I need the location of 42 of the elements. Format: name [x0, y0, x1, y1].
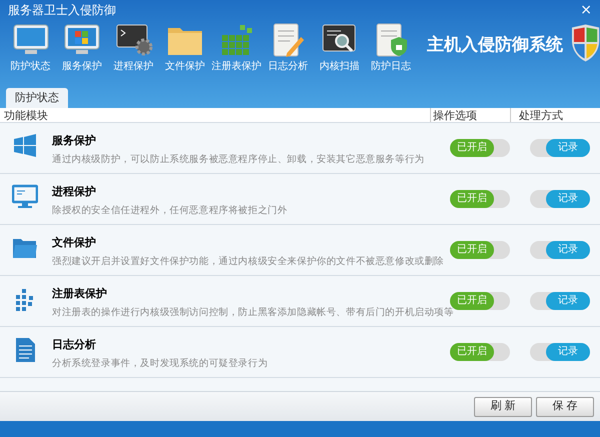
- monitor-icon: [12, 23, 50, 57]
- monitor-icon: [12, 184, 38, 210]
- toolbar-button[interactable]: 文件保护: [159, 23, 211, 74]
- module-title: 文件保护: [52, 235, 97, 251]
- window-title: 服务器卫士入侵防御: [8, 2, 116, 19]
- toolbar-button[interactable]: 内核扫描: [314, 23, 366, 74]
- module-title: 服务保护: [52, 133, 97, 149]
- toolbar-button[interactable]: 防护状态: [5, 23, 56, 74]
- windows-logo-icon: [12, 133, 38, 159]
- mode-toggle[interactable]: 记录: [530, 241, 590, 259]
- option-toggle[interactable]: 已开启: [450, 292, 510, 310]
- close-button[interactable]: ×: [580, 3, 592, 17]
- terminal-gear-icon: [114, 23, 153, 57]
- module-description: 除授权的安全信任进程外，任何恶意程序将被拒之门外: [52, 204, 288, 218]
- brand-title: 主机入侵防御系统: [426, 34, 563, 57]
- toolbar-button[interactable]: 服务保护: [56, 23, 108, 74]
- action-button[interactable]: 刷 新: [474, 396, 532, 416]
- option-toggle[interactable]: 已开启: [450, 139, 510, 157]
- column-header: 操作选项: [430, 108, 510, 122]
- toolbar-button[interactable]: 日志分析: [262, 23, 314, 74]
- mode-toggle[interactable]: 记录: [530, 343, 590, 361]
- module-title: 注册表保护: [52, 286, 108, 302]
- module-title: 日志分析: [52, 337, 97, 353]
- mode-toggle[interactable]: 记录: [530, 190, 590, 208]
- toolbar-button[interactable]: 进程保护: [108, 23, 160, 74]
- column-header: 功能模块: [3, 108, 49, 122]
- toolbar-button[interactable]: 防护日志: [365, 23, 417, 74]
- mode-toggle[interactable]: 记录: [530, 292, 590, 310]
- module-description: 强烈建议开启并设置好文件保护功能，通过内核级安全来保护你的文件不被恶意修改或删除: [52, 254, 444, 268]
- mode-toggle[interactable]: 记录: [530, 139, 590, 157]
- module-title: 进程保护: [52, 184, 97, 200]
- shield-logo-icon: [570, 23, 600, 63]
- option-toggle[interactable]: 已开启: [450, 343, 510, 361]
- option-toggle[interactable]: 已开启: [450, 190, 510, 208]
- windows-logo-icon: [63, 23, 102, 57]
- option-toggle[interactable]: 已开启: [450, 241, 510, 259]
- action-button[interactable]: 保 存: [536, 396, 594, 416]
- column-header: 处理方式: [510, 108, 600, 122]
- module-description: 分析系统登录事件，及时发现系统的可疑登录行为: [52, 356, 268, 370]
- tab[interactable]: 防护状态: [6, 88, 68, 108]
- toolbar-button[interactable]: 注册表保护: [210, 23, 262, 74]
- module-description: 通过内核级防护，可以防止系统服务被恶意程序停止、卸载，安装其它恶意服务等行为: [52, 152, 424, 166]
